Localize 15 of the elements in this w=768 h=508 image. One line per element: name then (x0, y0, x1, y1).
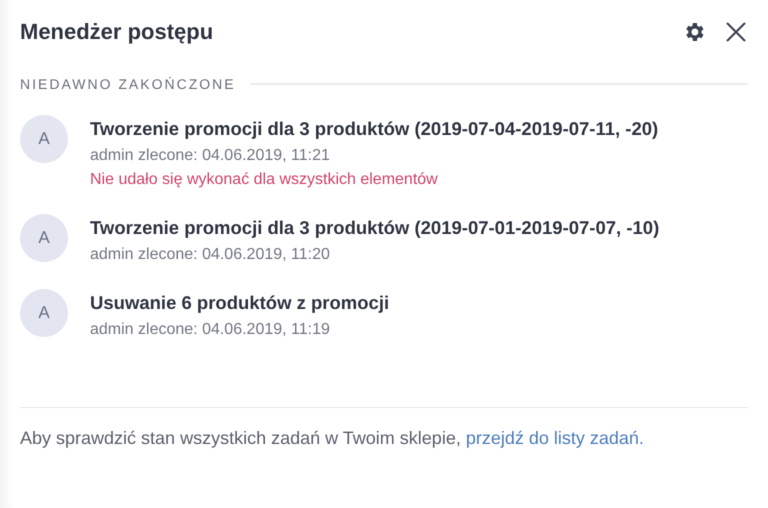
avatar: A (20, 115, 68, 163)
avatar: A (20, 214, 68, 262)
avatar: A (20, 289, 68, 337)
footer-text: Aby sprawdzić stan wszystkich zadań w Twoim sklepie, przejdź do listy zadań. (20, 428, 645, 449)
panel-title: Menedżer postępu (20, 19, 214, 45)
task-meta: admin zlecone: 04.06.2019, 11:20 (90, 245, 331, 265)
error-message: Nie udało się wykonać dla wszystkich elementów (90, 170, 439, 190)
section-heading: NIEDAWNO ZAKOŃCZONE (20, 76, 236, 92)
task-title: Tworzenie promocji dla 3 produktów (2019-07-01-2019-07-07, -10) (90, 216, 660, 240)
task-title: Usuwanie 6 produktów z promocji (90, 291, 390, 315)
task-list-link[interactable]: przejdź do listy zadań. (466, 428, 644, 448)
close-icon[interactable] (724, 20, 748, 44)
task-meta: admin zlecone: 04.06.2019, 11:19 (90, 320, 331, 340)
task-meta: admin zlecone: 04.06.2019, 11:21 (90, 146, 331, 166)
task-title: Tworzenie promocji dla 3 produktów (2019-07-04-2019-07-11, -20) (90, 117, 660, 141)
